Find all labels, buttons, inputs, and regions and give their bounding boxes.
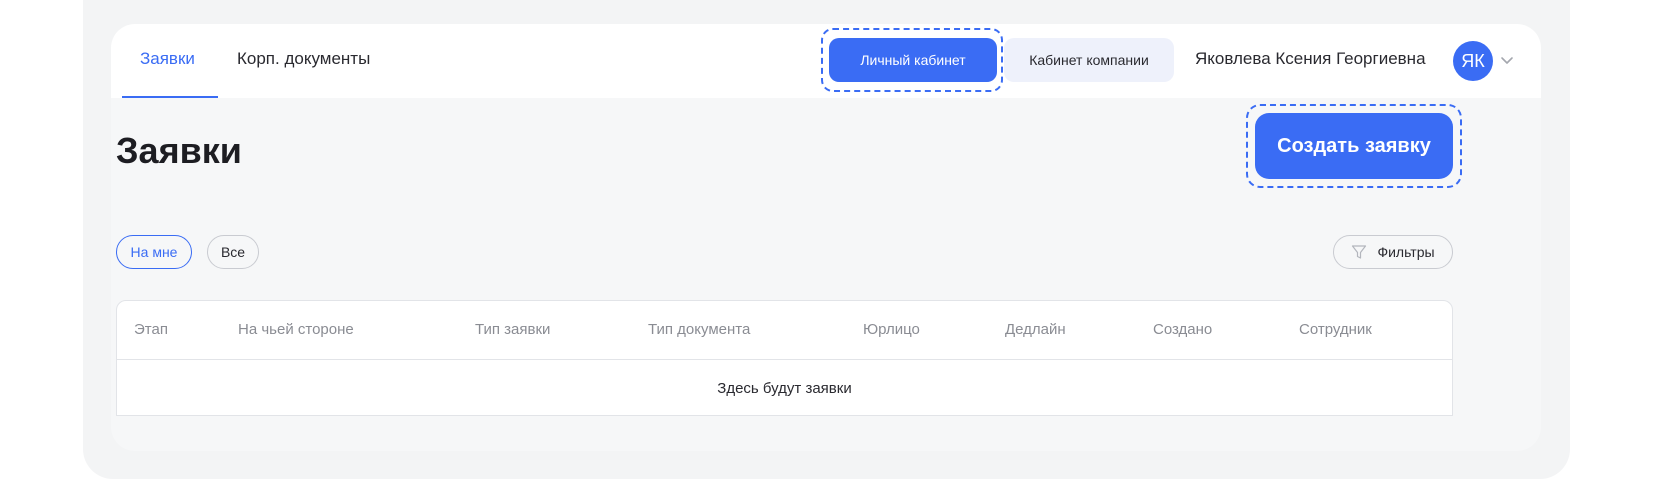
column-header-employee[interactable]: Сотрудник [1299,321,1372,339]
user-name: Яковлева Ксения Георгиевна [1195,49,1426,68]
create-request-button[interactable]: Создать заявку [1255,113,1453,179]
active-tab-indicator [122,96,218,98]
company-cabinet-button[interactable]: Кабинет компании [1004,38,1174,82]
tab-corporate-documents[interactable]: Корп. документы [237,48,370,70]
filters-button[interactable]: Фильтры [1333,235,1453,269]
page-title: Заявки [116,130,242,171]
requests-table: Этап На чьей стороне Тип заявки Тип доку… [116,300,1453,416]
column-header-side[interactable]: На чьей стороне [238,321,354,339]
top-navigation: Заявки Корп. документы Личный кабинет Ка… [111,24,1541,98]
chevron-down-icon[interactable] [1499,52,1515,68]
column-header-document-type[interactable]: Тип документа [648,321,750,339]
filter-chip-mine[interactable]: На мне [116,235,192,269]
tab-requests[interactable]: Заявки [140,48,195,70]
app-card: Заявки Корп. документы Личный кабинет Ка… [111,24,1541,451]
filters-button-label: Фильтры [1377,244,1435,260]
personal-cabinet-button[interactable]: Личный кабинет [829,38,997,82]
avatar[interactable]: ЯК [1453,41,1493,81]
column-header-legal-entity[interactable]: Юрлицо [863,321,920,339]
table-header-row: Этап На чьей стороне Тип заявки Тип доку… [117,301,1452,360]
column-header-deadline[interactable]: Дедлайн [1005,321,1066,339]
column-header-stage[interactable]: Этап [134,321,168,339]
filter-chip-all[interactable]: Все [207,235,259,269]
table-empty-message: Здесь будут заявки [717,379,852,397]
filter-funnel-icon [1351,244,1367,260]
column-header-request-type[interactable]: Тип заявки [475,321,550,339]
column-header-created[interactable]: Создано [1153,321,1212,339]
